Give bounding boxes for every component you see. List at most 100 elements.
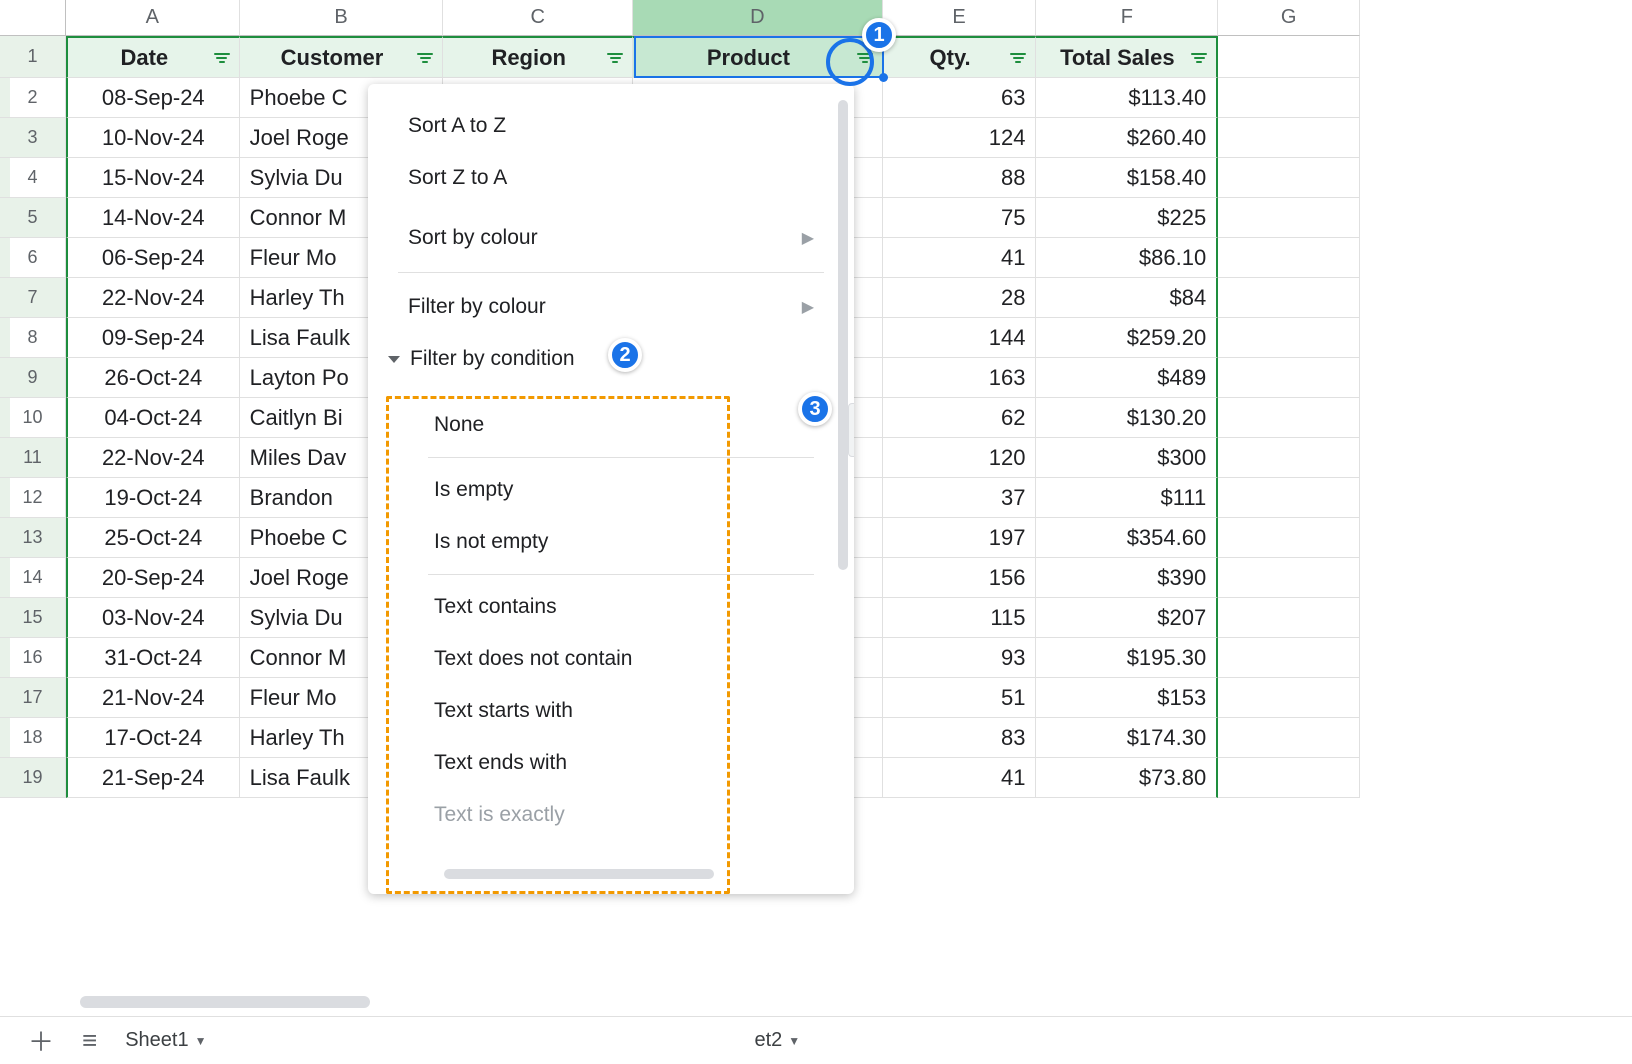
cell-date[interactable]: 17-Oct-24 — [66, 718, 240, 758]
cell-empty[interactable] — [1218, 518, 1360, 558]
row-header[interactable]: 18 — [0, 718, 66, 758]
filter-icon[interactable] — [606, 53, 624, 63]
row-header[interactable]: 16 — [0, 638, 66, 678]
cell-qty[interactable]: 83 — [883, 718, 1037, 758]
cell-empty[interactable] — [1218, 718, 1360, 758]
cell-date[interactable]: 10-Nov-24 — [66, 118, 240, 158]
row-header[interactable]: 6 — [0, 238, 66, 278]
cell-G1[interactable] — [1218, 36, 1360, 78]
cell-total[interactable]: $113.40 — [1036, 78, 1218, 118]
col-header-G[interactable]: G — [1218, 0, 1360, 36]
col-header-A[interactable]: A — [66, 0, 240, 36]
cell-total[interactable]: $195.30 — [1036, 638, 1218, 678]
cell-empty[interactable] — [1218, 118, 1360, 158]
cell-total[interactable]: $73.80 — [1036, 758, 1218, 798]
cell-qty[interactable]: 51 — [883, 678, 1037, 718]
panel-scrollbar[interactable] — [838, 100, 848, 570]
cell-qty[interactable]: 28 — [883, 278, 1037, 318]
cell-qty[interactable]: 124 — [883, 118, 1037, 158]
row-header[interactable]: 5 — [0, 198, 66, 238]
cell-total[interactable]: $225 — [1036, 198, 1218, 238]
header-date[interactable]: Date — [66, 36, 240, 78]
cell-empty[interactable] — [1218, 678, 1360, 718]
horizontal-scrollbar[interactable] — [80, 996, 370, 1008]
cell-total[interactable]: $153 — [1036, 678, 1218, 718]
row-header[interactable]: 3 — [0, 118, 66, 158]
cell-total[interactable]: $174.30 — [1036, 718, 1218, 758]
filter-icon[interactable] — [1190, 53, 1208, 63]
cell-total[interactable]: $130.20 — [1036, 398, 1218, 438]
cell-date[interactable]: 20-Sep-24 — [66, 558, 240, 598]
cell-qty[interactable]: 120 — [883, 438, 1037, 478]
cell-empty[interactable] — [1218, 198, 1360, 238]
cell-empty[interactable] — [1218, 278, 1360, 318]
sheet-tab-sheet1[interactable]: Sheet1 ▼ — [125, 1029, 206, 1052]
cell-empty[interactable] — [1218, 638, 1360, 678]
filter-icon[interactable] — [1009, 53, 1027, 63]
cell-total[interactable]: $259.20 — [1036, 318, 1218, 358]
cond-text-exact[interactable]: Text is exactly — [416, 789, 826, 841]
selection-handle[interactable] — [879, 73, 888, 82]
filter-icon[interactable] — [416, 53, 434, 63]
cell-empty[interactable] — [1218, 598, 1360, 638]
cell-date[interactable]: 26-Oct-24 — [66, 358, 240, 398]
cell-empty[interactable] — [1218, 398, 1360, 438]
menu-sort-by-colour[interactable]: Sort by colour ▶ — [368, 212, 854, 264]
cell-empty[interactable] — [1218, 78, 1360, 118]
col-header-D[interactable]: D — [633, 0, 883, 36]
cell-qty[interactable]: 115 — [883, 598, 1037, 638]
cell-date[interactable]: 25-Oct-24 — [66, 518, 240, 558]
cell-date[interactable]: 22-Nov-24 — [66, 278, 240, 318]
filter-icon[interactable] — [213, 53, 231, 63]
header-qty[interactable]: Qty. — [883, 36, 1037, 78]
cell-date[interactable]: 31-Oct-24 — [66, 638, 240, 678]
cell-empty[interactable] — [1218, 558, 1360, 598]
row-header[interactable]: 11 — [0, 438, 66, 478]
row-header[interactable]: 8 — [0, 318, 66, 358]
cell-qty[interactable]: 41 — [883, 238, 1037, 278]
cell-qty[interactable]: 41 — [883, 758, 1037, 798]
row-header[interactable]: 9 — [0, 358, 66, 398]
condition-hscroll[interactable] — [444, 869, 714, 879]
row-header[interactable]: 10 — [0, 398, 66, 438]
cell-qty[interactable]: 144 — [883, 318, 1037, 358]
cell-date[interactable]: 14-Nov-24 — [66, 198, 240, 238]
col-header-B[interactable]: B — [240, 0, 444, 36]
cell-date[interactable]: 21-Sep-24 — [66, 758, 240, 798]
cell-qty[interactable]: 93 — [883, 638, 1037, 678]
cell-total[interactable]: $158.40 — [1036, 158, 1218, 198]
cell-date[interactable]: 19-Oct-24 — [66, 478, 240, 518]
cell-qty[interactable]: 88 — [883, 158, 1037, 198]
row-header[interactable]: 15 — [0, 598, 66, 638]
add-sheet-button[interactable]: ＋ — [28, 1022, 54, 1059]
cond-none[interactable]: None — [416, 399, 826, 451]
cell-date[interactable]: 21-Nov-24 — [66, 678, 240, 718]
col-header-E[interactable]: E — [883, 0, 1037, 36]
cond-text-ends[interactable]: Text ends with — [416, 737, 826, 789]
cell-total[interactable]: $260.40 — [1036, 118, 1218, 158]
sheet-tab-sheet2[interactable]: et2 ▼ — [754, 1029, 800, 1052]
col-header-F[interactable]: F — [1036, 0, 1218, 36]
cell-date[interactable]: 08-Sep-24 — [66, 78, 240, 118]
cell-empty[interactable] — [1218, 758, 1360, 798]
cond-text-starts[interactable]: Text starts with — [416, 685, 826, 737]
condition-select-stepper[interactable] — [848, 403, 854, 457]
cell-empty[interactable] — [1218, 478, 1360, 518]
menu-sort-az[interactable]: Sort A to Z — [368, 100, 854, 152]
cell-qty[interactable]: 156 — [883, 558, 1037, 598]
cell-empty[interactable] — [1218, 318, 1360, 358]
cell-total[interactable]: $111 — [1036, 478, 1218, 518]
menu-sort-za[interactable]: Sort Z to A — [368, 152, 854, 204]
cell-empty[interactable] — [1218, 438, 1360, 478]
cond-text-not-contain[interactable]: Text does not contain — [416, 633, 826, 685]
cell-date[interactable]: 03-Nov-24 — [66, 598, 240, 638]
cell-qty[interactable]: 75 — [883, 198, 1037, 238]
cell-date[interactable]: 06-Sep-24 — [66, 238, 240, 278]
row-header[interactable]: 2 — [0, 78, 66, 118]
cell-date[interactable]: 15-Nov-24 — [66, 158, 240, 198]
cond-text-contains[interactable]: Text contains — [416, 581, 826, 633]
cell-qty[interactable]: 197 — [883, 518, 1037, 558]
row-header[interactable]: 12 — [0, 478, 66, 518]
header-total[interactable]: Total Sales — [1036, 36, 1218, 78]
cell-total[interactable]: $300 — [1036, 438, 1218, 478]
